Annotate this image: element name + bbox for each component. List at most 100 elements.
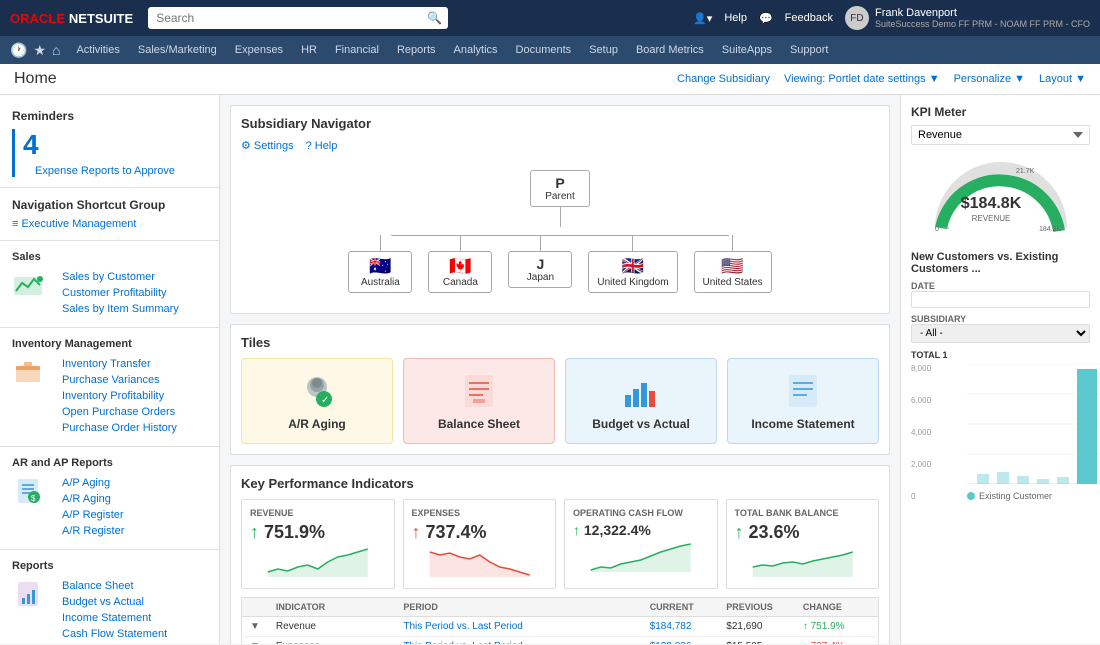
- ar-ap-link-2[interactable]: A/P Register: [50, 507, 136, 523]
- logo: ORACLE NETSUITE: [10, 11, 133, 26]
- australia-box[interactable]: 🇦🇺 Australia: [348, 251, 412, 293]
- svg-text:184.8K: 184.8K: [1039, 226, 1062, 233]
- ar-ap-title: AR and AP Reports: [0, 453, 219, 473]
- reports-title: Reports: [0, 556, 219, 576]
- tile-budget-vs-actual[interactable]: Budget vs Actual: [565, 358, 717, 444]
- kpi-period-link[interactable]: This Period vs. Last Period: [403, 621, 523, 632]
- nc-subsidiary-select[interactable]: - All -: [911, 324, 1090, 343]
- canada-name: Canada: [437, 277, 483, 288]
- connector-us: [732, 235, 733, 251]
- kpi-row-spacer: [623, 637, 642, 645]
- inventory-link-1[interactable]: Purchase Variances: [50, 372, 189, 388]
- menu-navigation: 🕐 ★ ⌂ Activities Sales/Marketing Expense…: [0, 36, 1100, 64]
- menu-item-setup[interactable]: Setup: [581, 40, 626, 60]
- menu-item-suiteapps[interactable]: SuiteApps: [714, 40, 780, 60]
- tile-ar-aging[interactable]: ✓ A/R Aging: [241, 358, 393, 444]
- user-subtitle: SuiteSuccess Demo FF PRM - NOAM FF PRM -…: [875, 19, 1090, 29]
- subsidiary-australia: 🇦🇺 Australia: [348, 235, 412, 293]
- user-icon[interactable]: 👤▾: [693, 12, 712, 25]
- bar-4: [1037, 479, 1049, 484]
- menu-item-expenses[interactable]: Expenses: [227, 40, 291, 60]
- home-header: Home Change Subsidiary Viewing: Portlet …: [0, 64, 1100, 95]
- ar-ap-link-3[interactable]: A/R Register: [50, 523, 136, 539]
- exec-mgmt-link[interactable]: ≡ Executive Management: [0, 216, 219, 232]
- menu-item-activities[interactable]: Activities: [68, 40, 127, 60]
- uk-name: United Kingdom: [597, 277, 668, 288]
- menu-item-analytics[interactable]: Analytics: [446, 40, 506, 60]
- ar-ap-link-0[interactable]: A/P Aging: [50, 475, 136, 491]
- reminders-link[interactable]: Expense Reports to Approve: [23, 163, 187, 179]
- bar-2: [997, 472, 1009, 484]
- reports-link-1[interactable]: Budget vs Actual: [50, 594, 179, 610]
- kpi-meter-dropdown[interactable]: Revenue Expenses Operating Cash Flow: [911, 125, 1090, 145]
- reports-link-3[interactable]: Cash Flow Statement: [50, 626, 179, 642]
- connector-canada: [460, 235, 461, 251]
- menu-item-board[interactable]: Board Metrics: [628, 40, 712, 60]
- kpi-period-link[interactable]: This Period vs. Last Period: [403, 641, 523, 644]
- sales-link-0[interactable]: Sales by Customer: [50, 269, 191, 285]
- menu-item-reports[interactable]: Reports: [389, 40, 444, 60]
- nav-shortcut-section: Navigation Shortcut Group ≡ Executive Ma…: [0, 194, 219, 232]
- gauge-svg: $184.8K REVENUE 0 184.8K 21.7K: [931, 153, 1071, 233]
- home-actions: Change Subsidiary Viewing: Portlet date …: [677, 73, 1086, 85]
- kpi-row-previous: $21,690: [718, 617, 795, 637]
- us-name: United States: [703, 277, 763, 288]
- settings-link[interactable]: ⚙ Settings: [241, 139, 294, 152]
- viewing-portlet-link[interactable]: Viewing: Portlet date settings ▼: [784, 73, 940, 85]
- kpi-row-current: $184,782: [642, 617, 719, 637]
- parent-box[interactable]: P Parent: [530, 170, 590, 207]
- us-box[interactable]: 🇺🇸 United States: [694, 251, 772, 293]
- change-subsidiary-link[interactable]: Change Subsidiary: [677, 73, 770, 85]
- tile-balance-sheet[interactable]: Balance Sheet: [403, 358, 555, 444]
- legend-label: Existing Customer: [979, 491, 1052, 501]
- kpi-row-expand: ▼: [242, 637, 268, 645]
- sales-link-2[interactable]: Sales by Item Summary: [50, 301, 191, 317]
- inventory-link-3[interactable]: Open Purchase Orders: [50, 404, 189, 420]
- search-icon[interactable]: 🔍: [427, 11, 442, 25]
- layout-link[interactable]: Layout ▼: [1039, 73, 1086, 85]
- ar-ap-link-1[interactable]: A/R Aging: [50, 491, 136, 507]
- tile-ar-label: A/R Aging: [288, 417, 346, 431]
- reminders-count: 4: [23, 127, 187, 163]
- canada-box[interactable]: 🇨🇦 Canada: [428, 251, 492, 293]
- inventory-link-0[interactable]: Inventory Transfer: [50, 356, 189, 372]
- kpi-sparkline-expenses: [412, 547, 548, 577]
- nc-total-row: TOTAL 1: [911, 350, 1090, 360]
- help-link[interactable]: Help: [724, 12, 747, 24]
- home-icon[interactable]: ⌂: [52, 42, 60, 59]
- menu-item-financial[interactable]: Financial: [327, 40, 387, 60]
- main-bar: [1077, 369, 1097, 484]
- uk-box[interactable]: 🇬🇧 United Kingdom: [588, 251, 677, 293]
- menu-item-hr[interactable]: HR: [293, 40, 325, 60]
- japan-box[interactable]: J Japan: [508, 251, 572, 288]
- connector-japan: [540, 235, 541, 251]
- menu-item-sales[interactable]: Sales/Marketing: [130, 40, 225, 60]
- menu-item-support[interactable]: Support: [782, 40, 837, 60]
- inventory-link-4[interactable]: Purchase Order History: [50, 420, 189, 436]
- kpi-row-change: ↑ 737.4%: [795, 637, 879, 645]
- inventory-links: Inventory Transfer Purchase Variances In…: [50, 356, 189, 436]
- recent-icon[interactable]: 🕐: [10, 42, 27, 59]
- kpi-table-row: ▼ Expenses This Period vs. Last Period $…: [242, 637, 879, 645]
- kpi-value-expenses: ↑ 737.4%: [412, 522, 548, 543]
- feedback-link[interactable]: Feedback: [785, 12, 833, 24]
- menu-icons: 🕐 ★ ⌂: [10, 42, 60, 59]
- connector-uk: [632, 235, 633, 251]
- sales-link-1[interactable]: Customer Profitability: [50, 285, 191, 301]
- tile-income-statement[interactable]: Income Statement: [727, 358, 879, 444]
- kpi-row-period: This Period vs. Last Period: [395, 617, 623, 637]
- search-input[interactable]: [148, 7, 448, 29]
- svg-text:$: $: [31, 494, 36, 503]
- kpi-card-bank: TOTAL BANK BALANCE ↑ 23.6%: [726, 499, 880, 589]
- menu-item-documents[interactable]: Documents: [508, 40, 580, 60]
- nc-date-input[interactable]: All: [911, 291, 1090, 308]
- personalize-link[interactable]: Personalize ▼: [954, 73, 1025, 85]
- star-icon[interactable]: ★: [33, 42, 46, 59]
- help-link-sub[interactable]: ? Help: [306, 139, 338, 152]
- inventory-link-2[interactable]: Inventory Profitability: [50, 388, 189, 404]
- reports-link-2[interactable]: Income Statement: [50, 610, 179, 626]
- kpi-label-revenue: REVENUE: [250, 508, 386, 518]
- reports-link-0[interactable]: Balance Sheet: [50, 578, 179, 594]
- nc-subsidiary-label: SUBSIDIARY: [911, 314, 1090, 324]
- right-panel: KPI Meter Revenue Expenses Operating Cas…: [900, 95, 1100, 644]
